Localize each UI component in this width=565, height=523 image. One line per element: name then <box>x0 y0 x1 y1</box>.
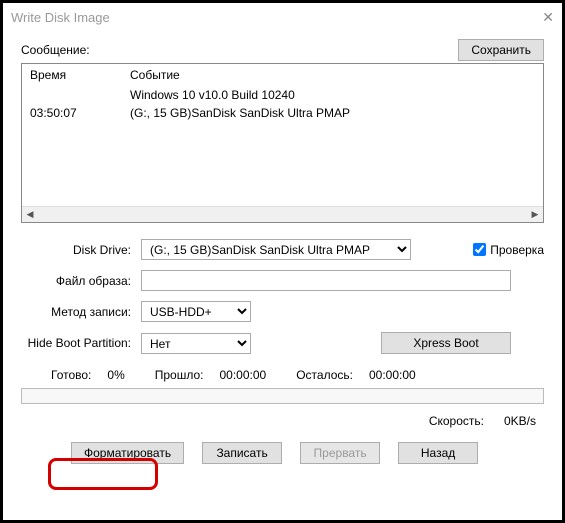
elapsed-label: Прошло: <box>155 368 204 382</box>
scroll-left-icon[interactable]: ◀ <box>22 207 38 223</box>
progress-bar <box>21 388 544 404</box>
log-cell-time <box>22 86 122 104</box>
abort-button[interactable]: Прервать <box>300 442 380 464</box>
log-cell-event: Windows 10 v10.0 Build 10240 <box>122 86 543 104</box>
log-header-event: Событие <box>122 64 543 86</box>
log-cell-time: 03:50:07 <box>22 104 122 122</box>
save-button[interactable]: Сохранить <box>458 39 544 61</box>
ready-value: 0% <box>107 368 124 382</box>
verify-label: Проверка <box>490 243 544 257</box>
scroll-right-icon[interactable]: ▶ <box>527 207 543 223</box>
log-header-time: Время <box>22 64 122 86</box>
horizontal-scrollbar[interactable]: ◀ ▶ <box>22 206 543 222</box>
message-label: Сообщение: <box>21 43 90 57</box>
remaining-value: 00:00:00 <box>369 368 416 382</box>
log-cell-event: (G:, 15 GB)SanDisk SanDisk Ultra PMAP <box>122 104 543 122</box>
verify-checkbox[interactable] <box>473 243 486 256</box>
window-title: Write Disk Image <box>11 10 110 25</box>
speed-value: 0KB/s <box>504 414 536 428</box>
xpress-boot-button[interactable]: Xpress Boot <box>381 332 511 354</box>
ready-label: Готово: <box>51 368 91 382</box>
log-row: Windows 10 v10.0 Build 10240 <box>22 86 543 104</box>
disk-drive-label: Disk Drive: <box>21 243 141 257</box>
write-button[interactable]: Записать <box>202 442 282 464</box>
format-button[interactable]: Форматировать <box>71 442 184 464</box>
close-icon[interactable]: ✕ <box>542 9 554 26</box>
remaining-label: Осталось: <box>296 368 353 382</box>
log-area: Время Событие Windows 10 v10.0 Build 102… <box>21 63 544 223</box>
image-file-label: Файл образа: <box>21 274 141 288</box>
log-row: 03:50:07 (G:, 15 GB)SanDisk SanDisk Ultr… <box>22 104 543 122</box>
hide-boot-select[interactable]: Нет <box>141 333 251 354</box>
hide-boot-label: Hide Boot Partition: <box>21 336 141 350</box>
elapsed-value: 00:00:00 <box>219 368 266 382</box>
disk-drive-select[interactable]: (G:, 15 GB)SanDisk SanDisk Ultra PMAP <box>141 239 411 260</box>
image-file-input[interactable] <box>141 270 511 291</box>
write-method-select[interactable]: USB-HDD+ <box>141 301 251 322</box>
write-method-label: Метод записи: <box>21 305 141 319</box>
titlebar: Write Disk Image ✕ <box>3 3 562 31</box>
back-button[interactable]: Назад <box>398 442 478 464</box>
speed-label: Скорость: <box>429 414 484 428</box>
